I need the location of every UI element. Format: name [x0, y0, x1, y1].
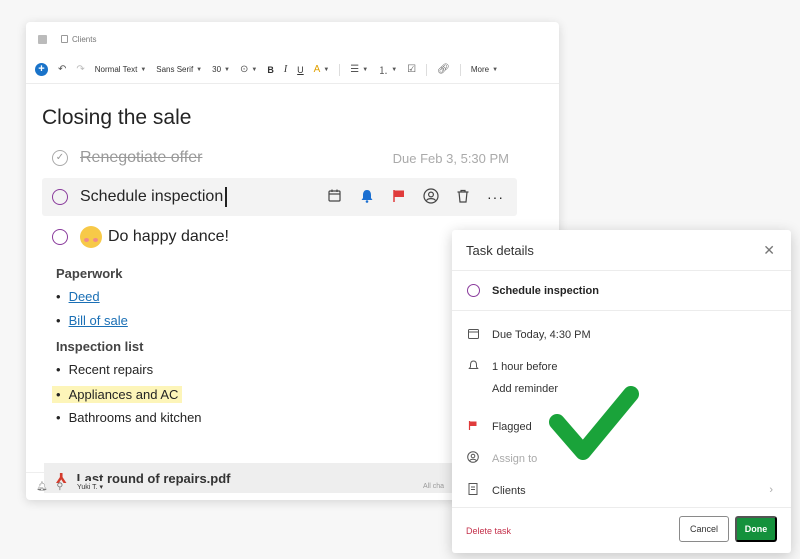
task-details-header: Task details ✕: [452, 230, 791, 271]
chevron-down-icon: ▼: [140, 66, 147, 73]
done-button[interactable]: Done: [735, 516, 777, 542]
task-checkbox[interactable]: [52, 189, 68, 205]
numbered-list-dropdown[interactable]: ⒈ ▼: [378, 62, 397, 77]
redo-icon[interactable]: ↷: [76, 64, 84, 75]
more-dropdown[interactable]: More ▼: [471, 65, 498, 74]
text-color-dropdown[interactable]: ⊙ ▼: [240, 64, 257, 75]
underline-icon[interactable]: U: [297, 65, 304, 75]
paperwork-heading: Paperwork: [56, 266, 123, 281]
bullet-list-icon: ☰: [350, 64, 360, 75]
chevron-down-icon: ▼: [391, 66, 398, 73]
color-circle-icon: ⊙: [239, 64, 249, 75]
undo-icon[interactable]: ↶: [58, 64, 66, 75]
bullet-dot: •: [56, 362, 61, 377]
bill-of-sale-link[interactable]: Bill of sale: [69, 313, 128, 328]
completed-check-icon[interactable]: ✓: [52, 150, 68, 166]
task-details-footer: Delete task Cancel Done: [452, 507, 791, 553]
list-item: • Deed: [56, 289, 100, 304]
task-item[interactable]: Do happy dance!: [42, 218, 517, 256]
share-icon[interactable]: ⚲: [56, 481, 63, 492]
save-status: All cha: [422, 483, 444, 490]
note-icon: [466, 483, 480, 498]
close-icon[interactable]: ✕: [763, 242, 775, 259]
user-circle-icon: [466, 451, 480, 466]
cancel-button[interactable]: Cancel: [679, 516, 729, 542]
note-title[interactable]: Closing the sale: [42, 106, 191, 130]
bold-icon[interactable]: B: [267, 65, 274, 75]
task-due-date: Due Feb 3, 5:30 PM: [392, 150, 509, 166]
task-row-actions: ···: [327, 187, 503, 207]
task-label: Renegotiate offer: [80, 149, 203, 166]
list-item: • Recent repairs: [56, 362, 153, 377]
text-cursor: [225, 187, 227, 207]
chevron-down-icon: ▼: [251, 66, 258, 73]
insert-plus-icon[interactable]: +: [35, 63, 48, 76]
italic-icon[interactable]: I: [284, 64, 287, 75]
chevron-down-icon: ▼: [323, 66, 330, 73]
title-bar: Clients: [26, 22, 559, 56]
more-options-icon[interactable]: ···: [487, 189, 503, 205]
delete-task-link[interactable]: Delete task: [466, 526, 511, 536]
task-details-task: Schedule inspection: [452, 271, 791, 311]
list-item-text: Bathrooms and kitchen: [68, 410, 202, 425]
bullet-dot: •: [56, 410, 61, 425]
assign-row[interactable]: Assign to: [466, 451, 537, 466]
task-item-selected[interactable]: Schedule inspection ···: [42, 178, 517, 216]
highlighter-icon: A: [313, 64, 321, 75]
task-item-completed[interactable]: ✓ Renegotiate offer Due Feb 3, 5:30 PM: [42, 139, 517, 177]
bullet-dot: •: [56, 289, 61, 304]
list-item: • Bill of sale: [56, 313, 128, 328]
party-face-emoji-icon: [80, 226, 102, 248]
bullet-dot: •: [56, 387, 61, 402]
bell-outline-icon: [466, 360, 480, 374]
calendar-add-icon[interactable]: [327, 189, 343, 206]
font-size-dropdown[interactable]: 30 ▼: [212, 65, 230, 74]
reminder-bell-icon[interactable]: 🔔︎: [36, 481, 47, 492]
list-item-text: Recent repairs: [68, 362, 154, 377]
task-label[interactable]: Do happy dance!: [108, 228, 229, 246]
task-details-title: Task details: [466, 242, 534, 258]
chevron-down-icon: ▼: [362, 66, 369, 73]
text-style-dropdown[interactable]: Normal Text ▼: [95, 65, 146, 74]
reminder-row[interactable]: 1 hour before: [466, 360, 557, 374]
sidebar-toggle-icon[interactable]: [38, 34, 47, 44]
flag-icon[interactable]: [391, 189, 407, 206]
flag-icon: [466, 420, 480, 434]
task-checkbox[interactable]: [52, 229, 68, 245]
toolbar-divider: [339, 63, 341, 76]
bullet-list-dropdown[interactable]: ☰ ▼: [350, 64, 368, 75]
list-item-highlighted: • Appliances and AC: [52, 386, 183, 403]
font-dropdown[interactable]: Sans Serif ▼: [156, 65, 202, 74]
deed-link[interactable]: Deed: [69, 289, 100, 304]
flag-row[interactable]: Flagged: [466, 420, 532, 434]
user-chip[interactable]: Yuki T. ▾: [72, 480, 108, 493]
task-label[interactable]: Schedule inspection: [80, 188, 223, 206]
calendar-icon: [466, 328, 480, 342]
numbered-list-icon: ⒈: [378, 66, 389, 77]
checklist-icon[interactable]: ☑: [407, 64, 416, 75]
breadcrumb[interactable]: Clients: [72, 35, 96, 44]
formatting-toolbar: + ↶ ↷ Normal Text ▼ Sans Serif ▼ 30 ▼ ⊙ ▼ B …: [26, 56, 559, 84]
assign-user-icon[interactable]: [423, 187, 439, 207]
note-row[interactable]: Clients: [466, 483, 526, 498]
chevron-down-icon: ▼: [196, 66, 203, 73]
bell-icon[interactable]: [359, 189, 375, 206]
trash-icon[interactable]: [455, 189, 471, 206]
toolbar-divider: [426, 63, 428, 76]
list-item: • Bathrooms and kitchen: [56, 410, 202, 425]
chevron-right-icon[interactable]: ›: [769, 484, 773, 496]
toolbar-divider: [459, 63, 461, 76]
task-checkbox[interactable]: [467, 284, 480, 297]
inspection-heading: Inspection list: [56, 339, 144, 354]
green-checkmark-icon: [549, 386, 639, 460]
bullet-dot: •: [56, 313, 61, 328]
task-name[interactable]: Schedule inspection: [492, 285, 599, 297]
notebook-icon: [61, 35, 68, 43]
highlight-dropdown[interactable]: A ▼: [314, 64, 330, 75]
chevron-down-icon: ▼: [492, 66, 499, 73]
chevron-down-icon: ▼: [224, 66, 230, 73]
link-icon[interactable]: 🔗︎: [437, 64, 450, 75]
highlighted-text: • Appliances and AC: [52, 386, 183, 403]
due-date-row[interactable]: Due Today, 4:30 PM: [466, 328, 591, 342]
